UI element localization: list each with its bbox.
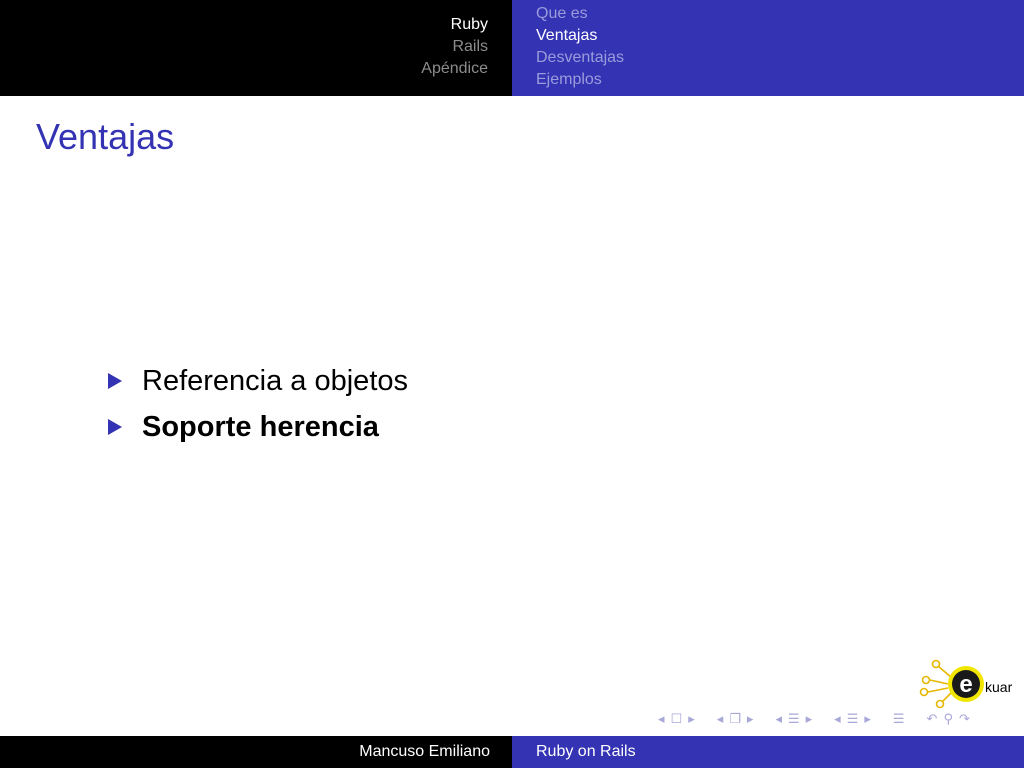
footer-title: Ruby on Rails <box>536 743 636 760</box>
subsection-link-ventajas[interactable]: Ventajas <box>536 25 624 47</box>
bullet-triangle-icon <box>108 373 122 389</box>
footer-author-panel: Mancuso Emiliano <box>0 736 512 768</box>
section-link-rails[interactable]: Rails <box>421 36 488 58</box>
footer-title-panel: Ruby on Rails <box>512 736 1024 768</box>
bullet-text: Soporte herencia <box>142 410 379 443</box>
nav-subsection-icon[interactable]: ❐ <box>729 711 741 727</box>
nav-appendix-icon[interactable]: ☰ <box>893 711 905 727</box>
header-sections-panel: Ruby Rails Apéndice <box>0 0 512 96</box>
nav-next-frame-icon[interactable]: ▸ <box>688 711 695 727</box>
nav-back-icon[interactable]: ↶ <box>927 711 938 727</box>
subsection-link-desventajas[interactable]: Desventajas <box>536 47 624 69</box>
nav-forward-icon[interactable]: ↷ <box>959 711 970 727</box>
beamer-navigation: ◂ ☐ ▸ ◂ ❐ ▸ ◂ ☰ ▸ ◂ ☰ ▸ ☰ ↶ ⚲ ↷ <box>658 708 1018 730</box>
bullet-text: Referencia a objetos <box>142 364 408 397</box>
nav-search-icon[interactable]: ⚲ <box>943 711 953 727</box>
logo-text: kuar <box>985 679 1013 695</box>
bullet-list: Referencia a objetos Soporte herencia <box>108 358 408 450</box>
bullet-item: Soporte herencia <box>108 404 408 450</box>
bullet-item: Referencia a objetos <box>108 358 408 404</box>
bullet-triangle-icon <box>108 419 122 435</box>
nav-section-icon[interactable]: ☰ <box>788 711 800 727</box>
nav-prev-subsection-icon[interactable]: ◂ <box>717 711 724 727</box>
frame-title: Ventajas <box>36 116 175 157</box>
nav-prev-frame-icon[interactable]: ◂ <box>658 711 665 727</box>
subsection-nav: Que es Ventajas Desventajas Ejemplos <box>536 3 624 91</box>
nav-next-subsection-icon[interactable]: ▸ <box>747 711 754 727</box>
nav-next-section-icon[interactable]: ▸ <box>806 711 813 727</box>
nav-prev-document-icon[interactable]: ◂ <box>834 711 841 727</box>
section-link-apendice[interactable]: Apéndice <box>421 58 488 80</box>
nav-prev-section-icon[interactable]: ◂ <box>775 711 782 727</box>
subsection-link-ejemplos[interactable]: Ejemplos <box>536 69 624 91</box>
nav-next-document-icon[interactable]: ▸ <box>864 711 871 727</box>
subsection-link-que-es[interactable]: Que es <box>536 3 624 25</box>
section-nav: Ruby Rails Apéndice <box>421 14 488 80</box>
header-subsections-panel: Que es Ventajas Desventajas Ejemplos <box>512 0 1024 96</box>
nav-document-icon[interactable]: ☰ <box>847 711 859 727</box>
logo-letter: e <box>959 671 972 698</box>
ekuar-logo: e kuar <box>919 659 1013 709</box>
nav-frame-icon[interactable]: ☐ <box>671 711 683 727</box>
footer-author: Mancuso Emiliano <box>359 743 490 760</box>
section-link-ruby[interactable]: Ruby <box>421 14 488 36</box>
